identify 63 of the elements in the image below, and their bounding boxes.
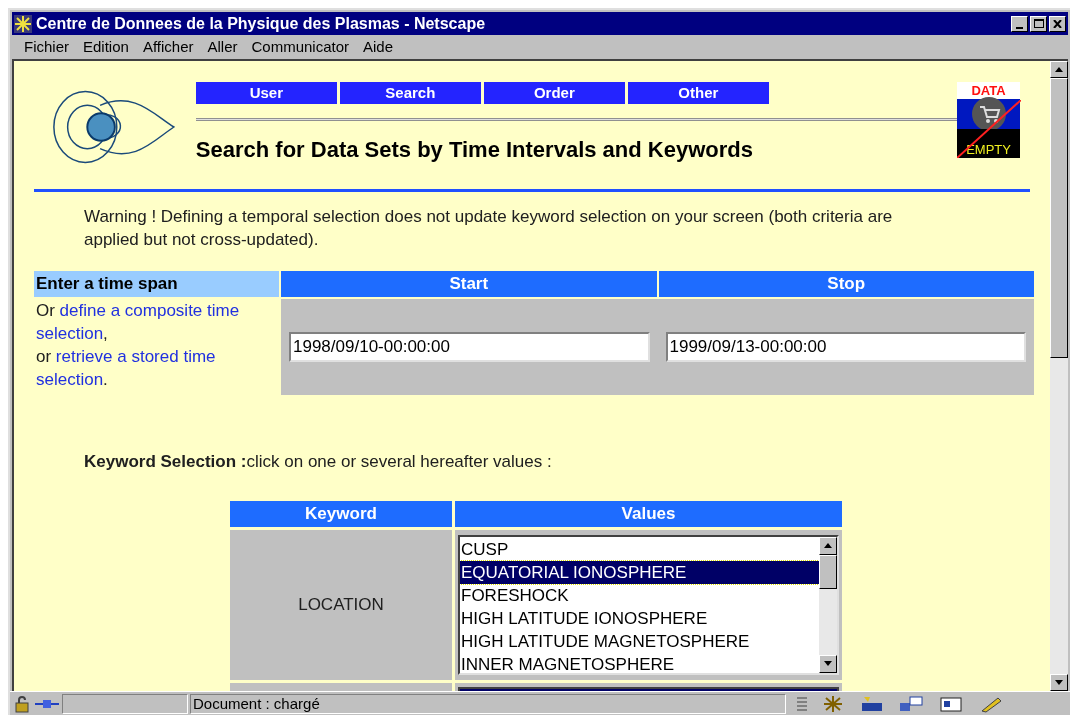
- warning-text: Warning ! Defining a temporal selection does not update keyword selection on your screen (both criteria are applied but not cross-updated).: [84, 206, 894, 251]
- window-title: Centre de Donnees de la Physique des Plasmas - Netscape: [36, 15, 486, 32]
- cart-icon: [971, 97, 1006, 131]
- star-icon: [14, 14, 32, 33]
- cart-label: EMPTY: [966, 142, 1011, 158]
- close-icon: [1053, 19, 1062, 28]
- cart-label: DATA: [971, 84, 1006, 97]
- column-header: Stop: [658, 271, 1034, 297]
- note-text: Or: [36, 301, 56, 320]
- scrollbar[interactable]: [1050, 61, 1068, 691]
- list-option[interactable]: INNER MAGNETOSPHERE: [460, 652, 819, 673]
- note-text: .: [103, 370, 108, 389]
- star-icon[interactable]: [822, 694, 844, 713]
- list-option[interactable]: HIGH LATITUDE MAGNETOSPHERE: [460, 629, 819, 653]
- list-option[interactable]: CUSP: [460, 537, 819, 561]
- maximize-button[interactable]: [1030, 15, 1047, 32]
- menu-item[interactable]: Fichier: [24, 35, 69, 59]
- column-header: Start: [281, 271, 657, 297]
- nav-tab[interactable]: Other: [627, 82, 769, 104]
- up-arrow-icon: [1055, 67, 1063, 72]
- close-button[interactable]: [1049, 15, 1066, 32]
- scroll-thumb[interactable]: [819, 554, 837, 589]
- stop-date-field[interactable]: 1999/09/13-00:00:00: [665, 332, 1026, 362]
- scroll-down-button[interactable]: [819, 654, 837, 673]
- card-icon[interactable]: [938, 694, 964, 713]
- start-date-field[interactable]: 1998/09/10-00:00:00: [289, 332, 650, 362]
- keyword-intro-text: Keyword Selection :click on one or several hereafter values :: [84, 451, 553, 473]
- menu-item[interactable]: Communicator: [251, 35, 350, 59]
- lock-icon[interactable]: [12, 694, 32, 713]
- down-arrow-icon: [824, 661, 832, 666]
- scroll-up-button[interactable]: [819, 536, 837, 555]
- down-arrow-icon: [1055, 680, 1063, 685]
- list-option[interactable]: HIGH LATITUDE IONOSPHERE: [460, 606, 819, 630]
- link[interactable]: selection: [36, 370, 104, 389]
- nav-tab[interactable]: Search: [339, 82, 481, 104]
- list-option[interactable]: FORESHOCK: [460, 583, 819, 607]
- menu-item[interactable]: Edition: [83, 35, 129, 59]
- section-header: Enter a time span: [34, 271, 279, 297]
- menu-item[interactable]: Aide: [363, 35, 394, 59]
- menu-item[interactable]: Aller: [207, 35, 238, 59]
- menu-item[interactable]: Afficher: [142, 35, 194, 59]
- people-icon[interactable]: [898, 694, 924, 713]
- up-arrow-icon: [824, 543, 832, 548]
- list-option[interactable]: EQUATORIAL IONOSPHERE: [460, 560, 819, 584]
- status-text: Document : chargé: [193, 696, 320, 711]
- minimize-button[interactable]: [1011, 15, 1028, 32]
- cart-badge[interactable]: DATA EMPTY: [957, 82, 1020, 158]
- scroll-thumb[interactable]: [1050, 78, 1068, 358]
- scroll-down-button[interactable]: [1050, 674, 1068, 691]
- note-text: ,: [103, 324, 108, 343]
- link[interactable]: selection: [36, 324, 104, 343]
- page-heading: Search for Data Sets by Time Intervals and Keywords: [195, 136, 754, 164]
- column-header: Values: [455, 500, 842, 527]
- scroll-up-button[interactable]: [1050, 61, 1068, 78]
- link[interactable]: define a composite time: [59, 301, 240, 320]
- column-header: Keyword: [230, 500, 452, 527]
- values-listbox[interactable]: CUSP EQUATORIAL IONOSPHERE FORESHOCK HIGH LATITUDE IONOSPHERE HIGH LATITUDE MAGNETOSPHERE INNER MAGNETOSPHERE: [458, 534, 839, 675]
- strike-line: [957, 100, 1022, 158]
- link[interactable]: retrieve a stored time: [55, 347, 216, 366]
- nav-tab[interactable]: Order: [483, 82, 625, 104]
- nav-tab[interactable]: User: [195, 82, 337, 104]
- keyword-cell-text: LOCATION: [298, 593, 384, 616]
- note-text: or: [36, 347, 53, 366]
